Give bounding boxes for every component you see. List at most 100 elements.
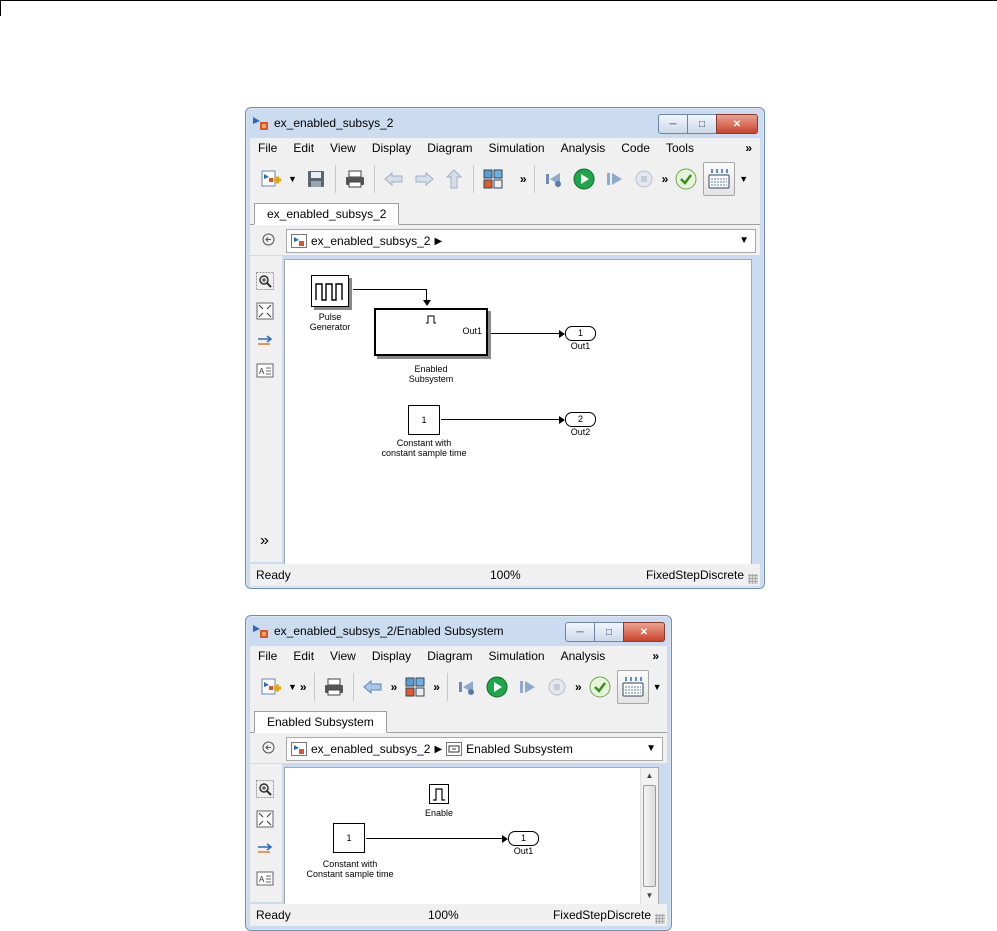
step-back-button[interactable] <box>543 168 565 190</box>
menu-analysis[interactable]: Analysis <box>553 649 614 663</box>
menu-edit[interactable]: Edit <box>285 141 322 155</box>
model-advisor-button[interactable] <box>675 168 697 190</box>
menu-file[interactable]: File <box>250 649 285 663</box>
signal-line[interactable] <box>441 419 561 420</box>
forward-button[interactable] <box>413 168 435 190</box>
menu-view[interactable]: View <box>322 649 364 663</box>
print-button[interactable] <box>344 168 366 190</box>
annotation-icon[interactable]: A <box>256 362 274 380</box>
constant-block[interactable]: 1 <box>333 823 365 853</box>
signal-line[interactable] <box>491 333 561 334</box>
up-button[interactable] <box>443 168 465 190</box>
vertical-scrollbar[interactable]: ▲ ▼ <box>640 768 658 904</box>
scroll-down-icon[interactable]: ▼ <box>641 888 658 904</box>
toolbar-overflow-button[interactable]: » <box>300 680 307 694</box>
title-bar[interactable]: ex_enabled_subsys_2/Enabled Subsystem ─ … <box>246 616 671 646</box>
annotation-icon[interactable]: A <box>256 870 274 888</box>
library-browser-button[interactable] <box>404 676 426 698</box>
toolbar-overflow-button[interactable]: » <box>662 172 669 186</box>
menu-diagram[interactable]: Diagram <box>419 141 480 155</box>
back-button[interactable] <box>362 676 384 698</box>
title-bar[interactable]: ex_enabled_subsys_2 ─ □ ✕ <box>246 108 764 138</box>
menu-edit[interactable]: Edit <box>285 649 322 663</box>
library-browser-button[interactable] <box>482 168 504 190</box>
out1-port-block[interactable]: 1 <box>508 831 539 846</box>
breadcrumb-model[interactable]: ex_enabled_subsys_2 <box>311 234 430 248</box>
breadcrumb[interactable]: ex_enabled_subsys_2 ▶ ▼ <box>286 229 756 253</box>
breadcrumb[interactable]: ex_enabled_subsys_2 ▶ Enabled Subsystem … <box>286 737 663 761</box>
build-dropdown[interactable]: ▼ <box>653 682 662 692</box>
toolbar-overflow-button[interactable]: » <box>391 680 398 694</box>
maximize-button[interactable]: □ <box>594 622 624 642</box>
toolbar-overflow-button[interactable]: » <box>520 172 527 186</box>
run-button[interactable] <box>573 168 595 190</box>
pulse-generator-block[interactable] <box>311 275 349 307</box>
build-button[interactable] <box>616 670 649 704</box>
back-button[interactable] <box>383 168 405 190</box>
menu-tools[interactable]: Tools <box>658 141 702 155</box>
step-forward-button[interactable] <box>603 168 625 190</box>
menu-simulation[interactable]: Simulation <box>481 649 553 663</box>
breadcrumb-model[interactable]: ex_enabled_subsys_2 <box>311 742 430 756</box>
arrow-icon[interactable] <box>256 332 274 350</box>
resize-grip-icon[interactable] <box>655 914 665 924</box>
menu-simulation[interactable]: Simulation <box>481 141 553 155</box>
breadcrumb-subsystem[interactable]: Enabled Subsystem <box>466 742 573 756</box>
build-button[interactable] <box>703 162 736 196</box>
minimize-button[interactable]: ─ <box>658 114 688 134</box>
new-model-button[interactable] <box>260 168 282 190</box>
diagram-canvas[interactable]: Pulse Generator Out1 Enabled Subsystem 1… <box>284 259 752 567</box>
stop-button[interactable] <box>546 676 568 698</box>
solver-name: FixedStepDiscrete <box>552 908 651 922</box>
save-button[interactable] <box>305 168 327 190</box>
scroll-thumb[interactable] <box>643 785 656 887</box>
enable-port-block[interactable] <box>429 784 449 804</box>
scroll-up-icon[interactable]: ▲ <box>641 768 658 784</box>
menu-overflow-button[interactable]: » <box>644 649 667 663</box>
step-forward-button[interactable] <box>516 676 538 698</box>
maximize-button[interactable]: □ <box>687 114 717 134</box>
toolbar-overflow-button[interactable]: » <box>575 680 582 694</box>
signal-line[interactable] <box>366 838 504 839</box>
zoom-icon[interactable] <box>256 272 274 290</box>
tab-subsystem[interactable]: Enabled Subsystem <box>254 711 387 733</box>
new-model-dropdown[interactable]: ▼ <box>288 174 297 184</box>
close-button[interactable]: ✕ <box>623 622 665 642</box>
close-button[interactable]: ✕ <box>716 114 758 134</box>
menu-diagram[interactable]: Diagram <box>419 649 480 663</box>
out2-port-block[interactable]: 2 <box>565 412 596 427</box>
diagram-canvas[interactable]: Enable 1 Constant with Constant sample t… <box>284 767 659 905</box>
zoom-icon[interactable] <box>256 780 274 798</box>
tab-model[interactable]: ex_enabled_subsys_2 <box>254 203 400 225</box>
menu-file[interactable]: File <box>250 141 285 155</box>
hide-explorer-icon[interactable] <box>262 741 275 754</box>
menu-analysis[interactable]: Analysis <box>553 141 614 155</box>
new-model-button[interactable] <box>260 676 282 698</box>
breadcrumb-dropdown-icon[interactable]: ▼ <box>646 743 656 754</box>
new-model-dropdown[interactable]: ▼ <box>288 682 297 692</box>
menu-view[interactable]: View <box>322 141 364 155</box>
constant-block[interactable]: 1 <box>408 405 440 435</box>
run-button[interactable] <box>486 676 508 698</box>
fit-icon[interactable] <box>256 810 274 828</box>
menu-display[interactable]: Display <box>364 649 419 663</box>
out1-port-block[interactable]: 1 <box>565 326 596 341</box>
build-dropdown[interactable]: ▼ <box>739 174 748 184</box>
breadcrumb-dropdown-icon[interactable]: ▼ <box>739 235 749 246</box>
menu-overflow-button[interactable]: » <box>737 141 760 155</box>
fit-icon[interactable] <box>256 302 274 320</box>
signal-line[interactable] <box>353 289 427 290</box>
resize-grip-icon[interactable] <box>748 574 758 584</box>
menu-code[interactable]: Code <box>613 141 658 155</box>
model-advisor-button[interactable] <box>589 676 611 698</box>
minimize-button[interactable]: ─ <box>565 622 595 642</box>
palette-more-button[interactable]: » <box>260 532 269 550</box>
hide-explorer-icon[interactable] <box>262 233 275 246</box>
step-back-button[interactable] <box>456 676 478 698</box>
print-button[interactable] <box>323 676 345 698</box>
enabled-subsystem-block[interactable]: Out1 <box>374 308 488 356</box>
arrow-icon[interactable] <box>256 840 274 858</box>
toolbar-overflow-button[interactable]: » <box>433 680 440 694</box>
menu-display[interactable]: Display <box>364 141 419 155</box>
stop-button[interactable] <box>633 168 655 190</box>
